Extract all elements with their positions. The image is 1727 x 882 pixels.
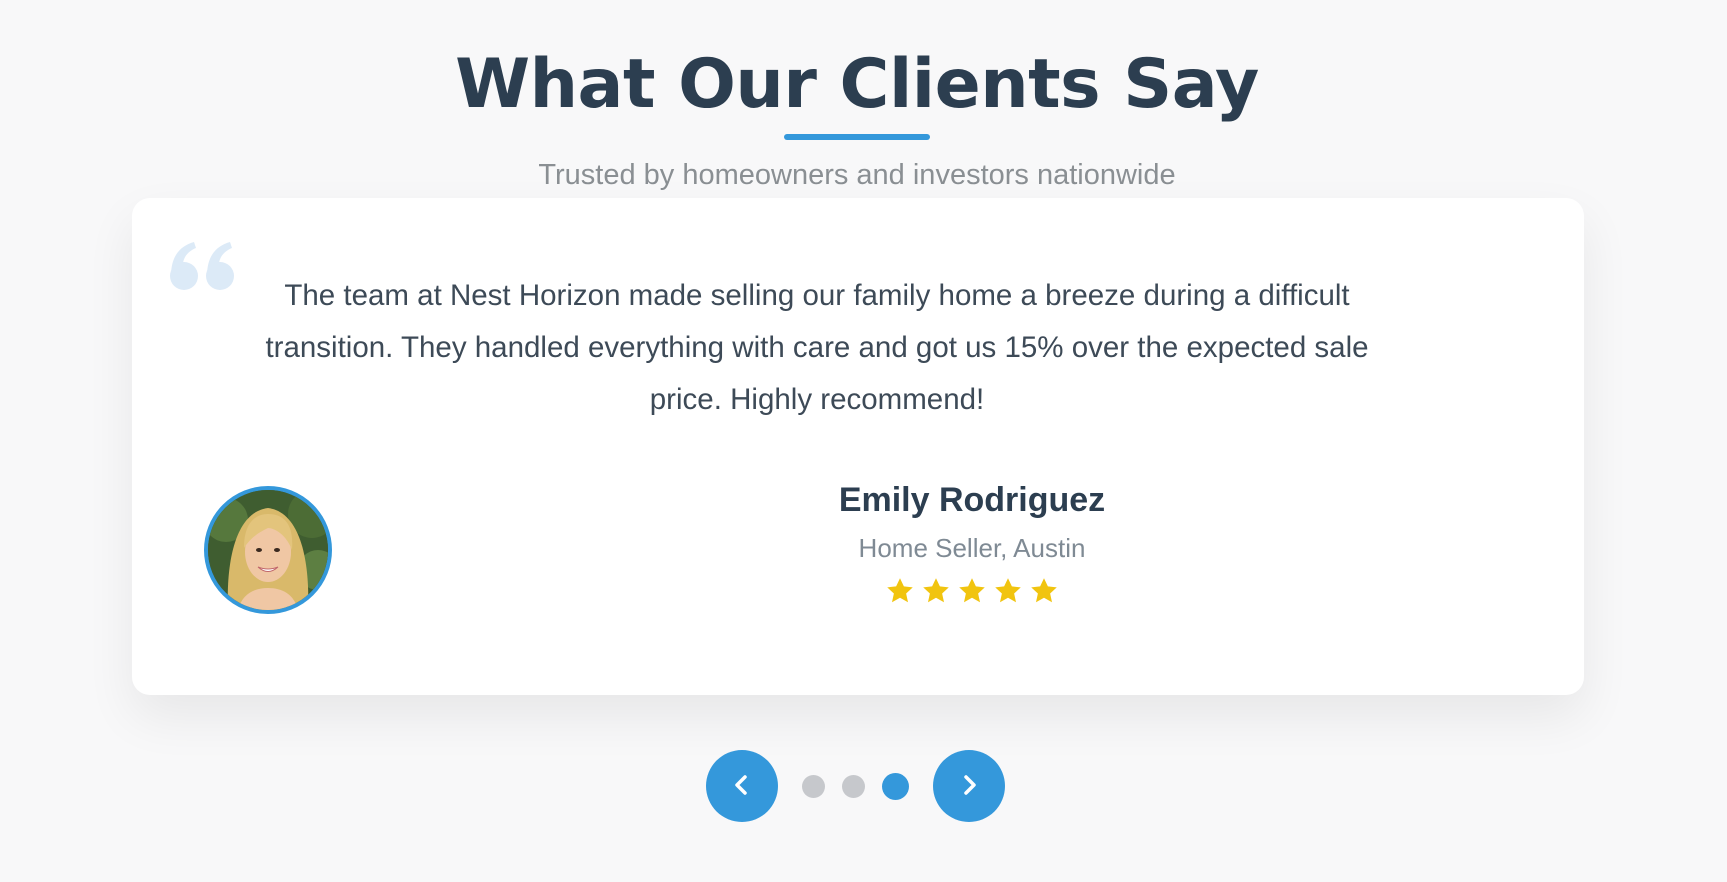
carousel-controls	[706, 750, 1005, 822]
carousel-dots	[802, 772, 909, 800]
testimonial-card: The team at Nest Horizon made selling ou…	[132, 198, 1584, 695]
carousel-dot[interactable]	[842, 774, 865, 798]
author-name: Emily Rodriguez	[838, 481, 1106, 519]
star-icon	[959, 578, 985, 603]
star-icon	[923, 578, 949, 603]
section-title: What Our Clients Say	[455, 45, 1259, 124]
star-icon	[995, 578, 1021, 603]
author-block: Emily Rodriguez Home Seller, Austin	[772, 476, 1172, 606]
title-underline	[784, 134, 930, 140]
carousel-dot[interactable]	[882, 772, 909, 800]
carousel-dot[interactable]	[802, 774, 825, 798]
star-rating	[772, 576, 1172, 606]
section-subtitle: Trusted by homeowners and investors nati…	[538, 159, 1176, 191]
next-button[interactable]	[933, 750, 1005, 822]
prev-button[interactable]	[706, 750, 778, 822]
star-icon	[1031, 578, 1057, 603]
chevron-left-icon	[727, 770, 757, 803]
chevron-right-icon	[954, 770, 984, 803]
testimonials-section: What Our Clients Say Trusted by homeowne…	[0, 0, 1727, 882]
author-role: Home Seller, Austin	[858, 533, 1086, 563]
star-icon	[887, 578, 913, 603]
avatar	[204, 486, 332, 614]
testimonial-quote: The team at Nest Horizon made selling ou…	[265, 279, 1369, 416]
quote-icon	[162, 228, 242, 308]
